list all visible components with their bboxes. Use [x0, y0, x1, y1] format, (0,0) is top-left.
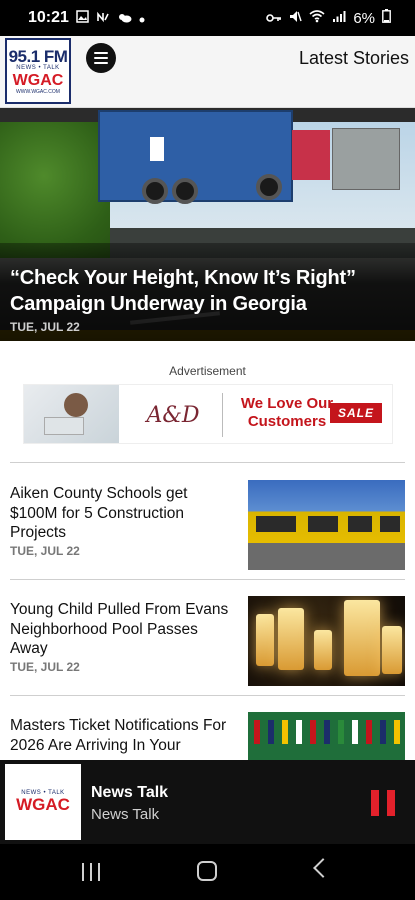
story-headline[interactable]: Aiken County Schools get $100M for 5 Con… — [10, 484, 235, 543]
ad-photo — [24, 385, 119, 443]
divider — [10, 695, 405, 696]
dot-icon — [139, 10, 145, 27]
story-date: TUE, JUL 22 — [10, 660, 80, 674]
station-logo[interactable]: 95.1 FM NEWS • TALK WGAC WWW.WGAC.COM — [5, 38, 71, 104]
status-time: 10:21 — [28, 9, 69, 26]
ad-brand-monogram: A&D — [146, 402, 200, 428]
story-item[interactable]: Young Child Pulled From Evans Neighborho… — [0, 596, 415, 700]
home-icon[interactable] — [197, 861, 217, 881]
key-icon — [266, 10, 282, 27]
status-left: 10:21 — [28, 9, 145, 27]
hero-story[interactable]: “Check Your Height, Know It’s Right” Cam… — [0, 108, 415, 341]
weather-icon — [117, 10, 132, 27]
gallery-icon — [76, 9, 89, 27]
player-subtitle: News Talk — [91, 806, 160, 823]
mute-icon — [289, 10, 302, 27]
player-title: News Talk — [91, 784, 169, 801]
player-logo-call-sign: WGAC — [16, 795, 70, 814]
battery-icon — [382, 9, 391, 27]
logo-url: WWW.WGAC.COM — [16, 88, 60, 95]
story-item[interactable]: Aiken County Schools get $100M for 5 Con… — [0, 480, 415, 584]
ad-sale-badge: SALE — [329, 403, 382, 423]
story-date: TUE, JUL 22 — [10, 544, 80, 558]
logo-frequency: 95.1 FM — [8, 46, 68, 66]
app-header: 95.1 FM NEWS • TALK WGAC WWW.WGAC.COM La… — [0, 36, 415, 108]
system-nav-bar — [0, 844, 415, 900]
story-thumbnail-candles[interactable] — [248, 596, 405, 686]
logo-call-sign: WGAC — [12, 71, 64, 89]
status-right: 6% — [266, 9, 391, 27]
status-bar: 10:21 6% — [0, 0, 415, 36]
divider — [10, 579, 405, 580]
story-headline[interactable]: Masters Ticket Notifications For 2026 Ar… — [10, 716, 235, 755]
hero-headline[interactable]: “Check Your Height, Know It’s Right” Cam… — [10, 265, 400, 317]
now-playing-bar[interactable]: NEWS • TALK WGAC News Talk News Talk — [0, 760, 415, 844]
menu-icon[interactable] — [86, 43, 116, 73]
ad-tagline: We Love Our Customers — [240, 395, 334, 430]
divider — [10, 462, 405, 463]
ad-label: Advertisement — [169, 364, 246, 378]
battery-text: 6% — [353, 9, 375, 27]
ad-banner[interactable]: A&D We Love Our Customers SALE — [23, 384, 393, 444]
page-title: Latest Stories — [298, 48, 409, 68]
recent-apps-icon[interactable] — [82, 863, 100, 881]
story-headline[interactable]: Young Child Pulled From Evans Neighborho… — [10, 600, 235, 659]
nfc-icon — [96, 10, 110, 27]
story-thumbnail-school-buses[interactable] — [248, 480, 405, 570]
pause-icon[interactable] — [371, 790, 395, 816]
logo-tagline: NEWS • TALK — [16, 64, 60, 71]
back-icon[interactable] — [313, 858, 333, 878]
player-station-logo[interactable]: NEWS • TALK WGAC — [5, 764, 81, 840]
hero-date: TUE, JUL 22 — [10, 320, 80, 334]
wifi-icon — [309, 9, 325, 27]
signal-icon — [332, 10, 346, 27]
